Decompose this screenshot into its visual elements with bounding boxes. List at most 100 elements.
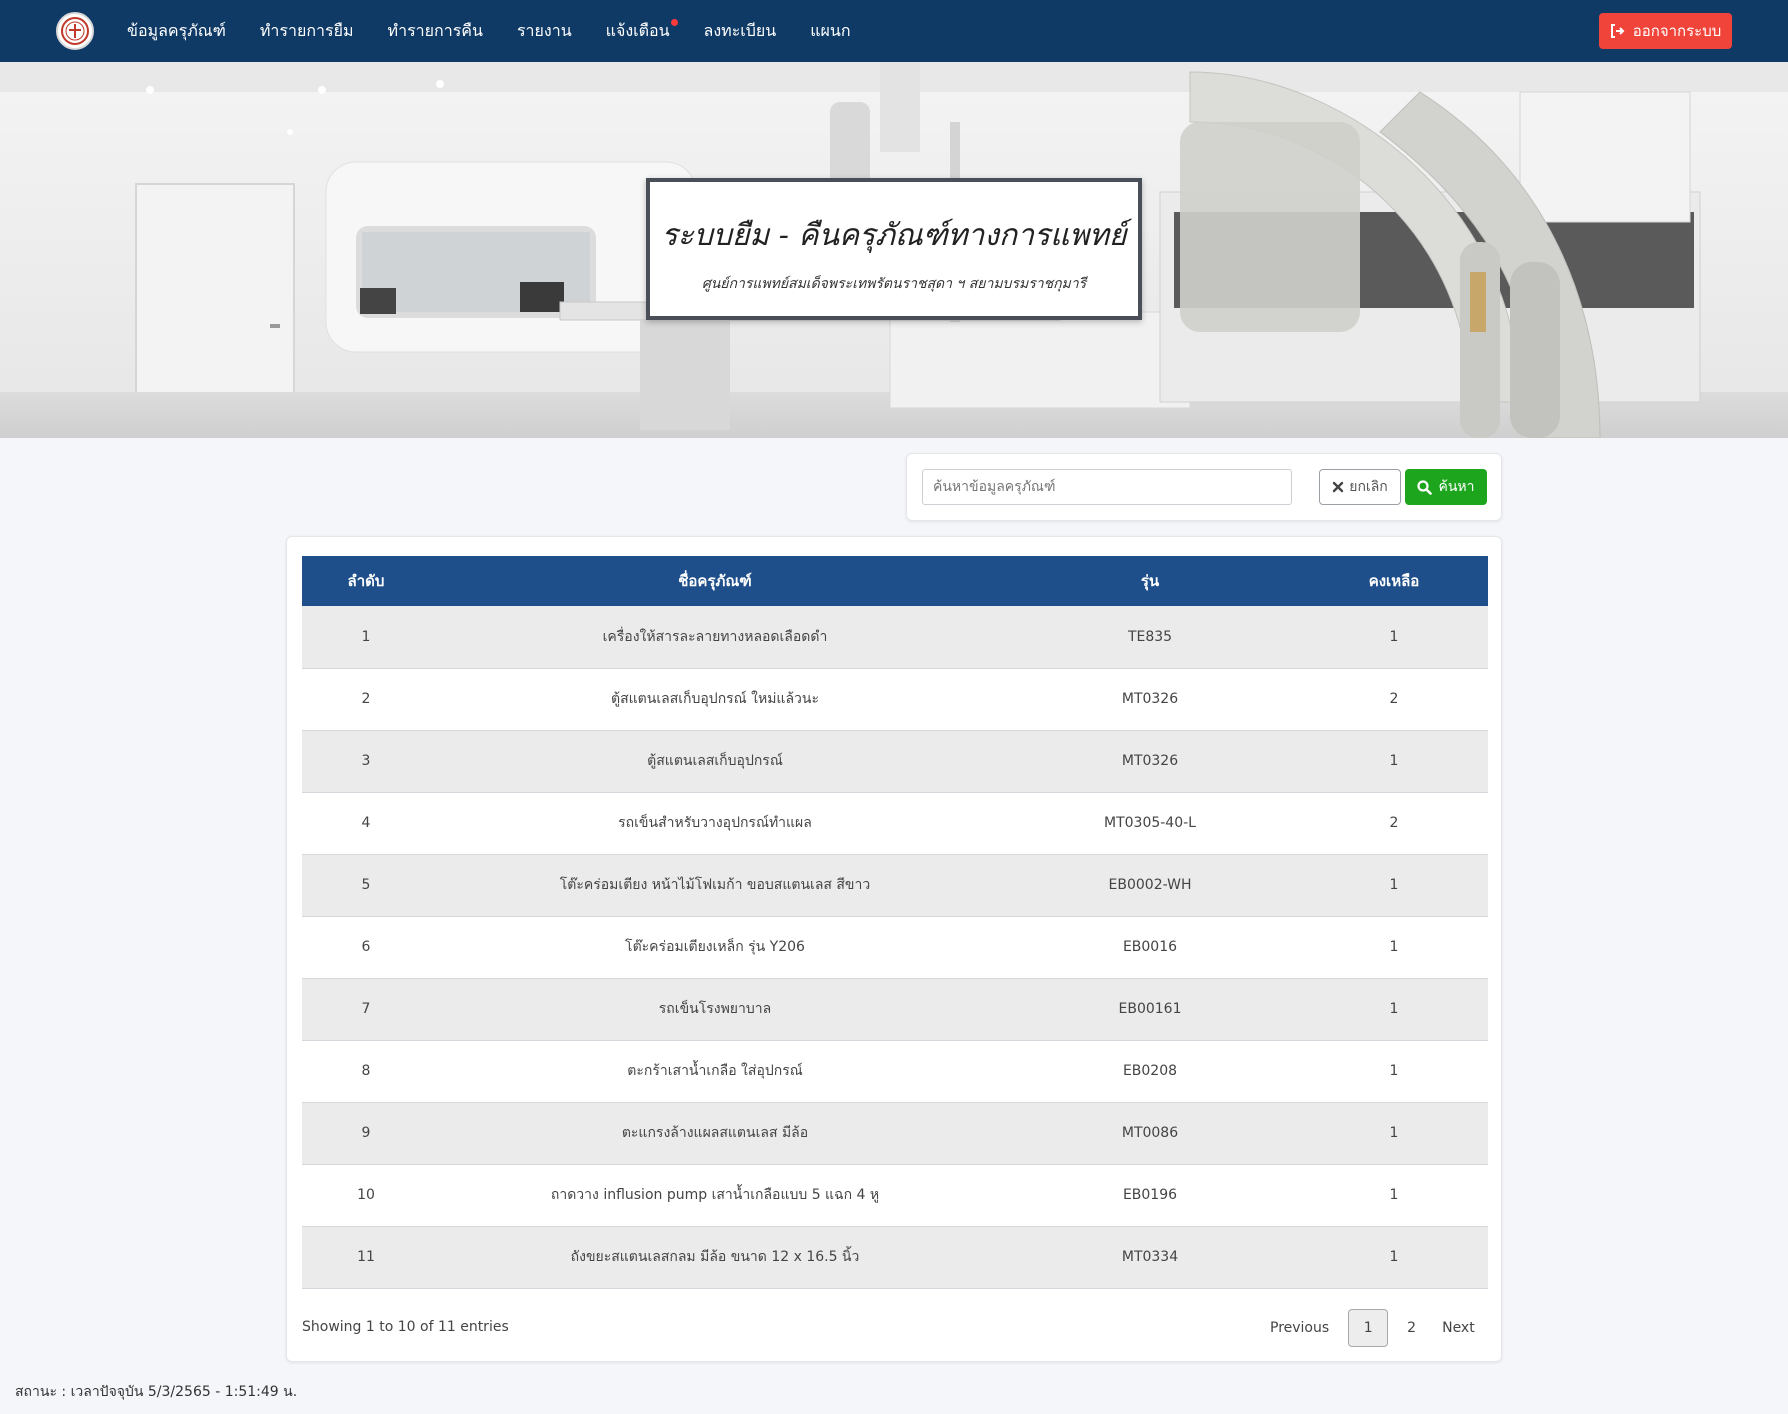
nav-item-notifications[interactable]: แจ้งเตือน	[589, 0, 687, 62]
cell-order: 11	[357, 1249, 375, 1265]
logo-emblem-icon	[61, 17, 89, 45]
logout-label: ออกจากระบบ	[1632, 22, 1722, 40]
hero-title: ระบบยืม - คืนครุภัณฑ์ทางการแพทย์	[661, 218, 1127, 253]
cell-equipment-name: เครื่องให้สารละลายทางหลอดเลือดดำ	[602, 628, 828, 645]
cell-order: 4	[361, 815, 371, 831]
cell-order: 6	[361, 939, 371, 955]
cell-equipment-name: ตะแกรงล้างแผลสแตนเลส มีล้อ	[621, 1125, 809, 1141]
nav-item-department[interactable]: แผนก	[793, 0, 867, 62]
cell-model: MT0086	[1121, 1125, 1179, 1141]
cell-model: MT0326	[1121, 753, 1179, 769]
pagination-page-1[interactable]: 1	[1348, 1309, 1389, 1347]
cell-model: EB0016	[1122, 939, 1178, 955]
search-icon	[1417, 479, 1433, 495]
cell-equipment-name: ถังขยะสแตนเลสกลม มีล้อ ขนาด 12 x 16.5 นิ…	[570, 1249, 860, 1265]
table-row[interactable]: 9 ตะแกรงล้างแผลสแตนเลส มีล้อ MT0086 1	[302, 1102, 1488, 1164]
nav-item-report[interactable]: รายงาน	[500, 0, 589, 62]
header-equipment-name[interactable]: ชื่อครุภัณฑ์	[430, 556, 1000, 606]
cell-remaining: 1	[1389, 939, 1399, 955]
table-row[interactable]: 4 รถเข็นสำหรับวางอุปกรณ์ทำแผล MT0305-40-L 2	[302, 792, 1488, 854]
cell-remaining: 1	[1389, 1249, 1399, 1265]
header-remaining[interactable]: คงเหลือ	[1300, 556, 1488, 606]
nav-label: ข้อมูลครุภัณฑ์	[127, 20, 226, 40]
hero-subtitle: ศูนย์การแพทย์สมเด็จพระเทพรัตนราชสุดา ฯ ส…	[701, 276, 1087, 292]
search-button[interactable]: ค้นหา	[1405, 469, 1487, 505]
cell-remaining: 1	[1389, 1187, 1399, 1203]
cell-remaining: 1	[1389, 1063, 1399, 1079]
hospital-logo[interactable]	[56, 12, 94, 50]
cell-equipment-name: รถเข็นโรงพยาบาล	[658, 1001, 772, 1017]
cell-equipment-name: รถเข็นสำหรับวางอุปกรณ์ทำแผล	[618, 815, 812, 831]
table-row[interactable]: 10 ถาดวาง influsion pump เสาน้ำเกลือแบบ 5…	[302, 1164, 1488, 1226]
nav-item-equipment[interactable]: ข้อมูลครุภัณฑ์	[110, 0, 243, 62]
table-row[interactable]: 2 ตู้สแตนเลสเก็บอุปกรณ์ ใหม่แล้วนะ MT0326 2	[302, 668, 1488, 730]
table-row[interactable]: 3 ตู้สแตนเลสเก็บอุปกรณ์ MT0326 1	[302, 730, 1488, 792]
nav-label: แผนก	[810, 20, 851, 40]
cell-equipment-name: โต๊ะคร่อมเตียง หน้าไม้โฟเมก้า ขอบสแตนเลส…	[559, 877, 871, 893]
table-row[interactable]: 6 โต๊ะคร่อมเตียงเหล็ก รุ่น Y206 EB0016 1	[302, 916, 1488, 978]
nav-label: ลงทะเบียน	[703, 20, 777, 40]
pagination: Previous 1 2 Next	[1257, 1309, 1488, 1347]
cell-equipment-name: ตู้สแตนเลสเก็บอุปกรณ์	[647, 753, 783, 769]
cell-order: 3	[361, 753, 371, 769]
cell-order: 5	[361, 877, 371, 893]
cell-equipment-name: ตู้สแตนเลสเก็บอุปกรณ์ ใหม่แล้วนะ	[611, 691, 819, 707]
cell-order: 2	[361, 691, 371, 707]
nav-item-borrow[interactable]: ทำรายการยืม	[243, 0, 371, 62]
notification-dot	[670, 19, 678, 26]
search-label: ค้นหา	[1438, 479, 1475, 495]
cancel-label: ยกเลิก	[1349, 479, 1388, 495]
cell-equipment-name: ตะกร้าเสาน้ำเกลือ ใส่อุปกรณ์	[627, 1063, 803, 1079]
cell-model: EB0196	[1122, 1187, 1178, 1203]
table-row[interactable]: 5 โต๊ะคร่อมเตียง หน้าไม้โฟเมก้า ขอบสแตนเล…	[302, 854, 1488, 916]
nav-menu: ข้อมูลครุภัณฑ์ ทำรายการยืม ทำรายการคืน ร…	[110, 0, 868, 62]
top-navbar: ข้อมูลครุภัณฑ์ ทำรายการยืม ทำรายการคืน ร…	[0, 0, 1788, 62]
nav-label: ทำรายการคืน	[387, 20, 483, 40]
times-icon	[1333, 481, 1344, 493]
nav-item-return[interactable]: ทำรายการคืน	[371, 0, 500, 62]
nav-label: ทำรายการยืม	[259, 20, 354, 40]
cell-model: MT0334	[1121, 1249, 1179, 1265]
table-info: Showing 1 to 10 of 11 entries	[302, 1319, 509, 1335]
cell-order: 1	[361, 628, 371, 645]
table-row[interactable]: 8 ตะกร้าเสาน้ำเกลือ ใส่อุปกรณ์ EB0208 1	[302, 1040, 1488, 1102]
cell-remaining: 1	[1389, 753, 1399, 769]
search-card: ยกเลิก ค้นหา	[906, 453, 1502, 521]
cell-remaining: 1	[1389, 877, 1399, 893]
sign-out-icon	[1610, 24, 1625, 38]
equipment-table-card: ลำดับ ชื่อครุภัณฑ์ รุ่น คงเหลือ 1 เครื่อง…	[286, 536, 1502, 1362]
cell-remaining: 1	[1389, 1125, 1399, 1141]
cell-model: EB0002-WH	[1108, 877, 1192, 893]
table-header-row: ลำดับ ชื่อครุภัณฑ์ รุ่น คงเหลือ	[302, 556, 1488, 606]
table-row[interactable]: 7 รถเข็นโรงพยาบาล EB00161 1	[302, 978, 1488, 1040]
cell-remaining: 2	[1389, 691, 1399, 707]
cell-model: MT0305-40-L	[1104, 815, 1196, 831]
table-row[interactable]: 11 ถังขยะสแตนเลสกลม มีล้อ ขนาด 12 x 16.5 …	[302, 1226, 1488, 1288]
hero-title-box: ระบบยืม - คืนครุภัณฑ์ทางการแพทย์ ศูนย์กา…	[646, 178, 1142, 320]
search-input[interactable]	[922, 469, 1292, 505]
cell-remaining: 2	[1389, 815, 1399, 831]
cell-equipment-name: ถาดวาง influsion pump เสาน้ำเกลือแบบ 5 แ…	[550, 1187, 880, 1203]
cell-equipment-name: โต๊ะคร่อมเตียงเหล็ก รุ่น Y206	[625, 939, 805, 955]
cell-model: EB00161	[1118, 1001, 1182, 1017]
cell-order: 9	[361, 1125, 371, 1141]
pagination-page-2[interactable]: 2	[1394, 1309, 1429, 1347]
cell-remaining: 1	[1389, 1001, 1399, 1017]
cell-order: 8	[361, 1063, 371, 1079]
header-order[interactable]: ลำดับ	[302, 556, 430, 606]
logout-button[interactable]: ออกจากระบบ	[1599, 13, 1732, 49]
cancel-button[interactable]: ยกเลิก	[1319, 469, 1401, 505]
pagination-next[interactable]: Next	[1429, 1309, 1488, 1347]
cell-model: TE835	[1127, 628, 1173, 645]
hero-banner: ระบบยืม - คืนครุภัณฑ์ทางการแพทย์ ศูนย์กา…	[0, 62, 1788, 438]
nav-item-register[interactable]: ลงทะเบียน	[687, 0, 794, 62]
pagination-previous[interactable]: Previous	[1257, 1309, 1342, 1347]
table-body: 1 เครื่องให้สารละลายทางหลอดเลือดดำ TE835 1 2…	[302, 606, 1488, 1288]
status-bar: สถานะ : เวลาปัจจุบัน 5/3/2565 - 1:51:49 …	[15, 1384, 298, 1400]
cell-order: 7	[361, 1001, 371, 1017]
header-model[interactable]: รุ่น	[1000, 556, 1300, 606]
cell-model: EB0208	[1122, 1063, 1178, 1079]
table-row[interactable]: 1 เครื่องให้สารละลายทางหลอดเลือดดำ TE835 1	[302, 606, 1488, 668]
cell-model: MT0326	[1121, 691, 1179, 707]
nav-label: รายงาน	[516, 20, 572, 40]
